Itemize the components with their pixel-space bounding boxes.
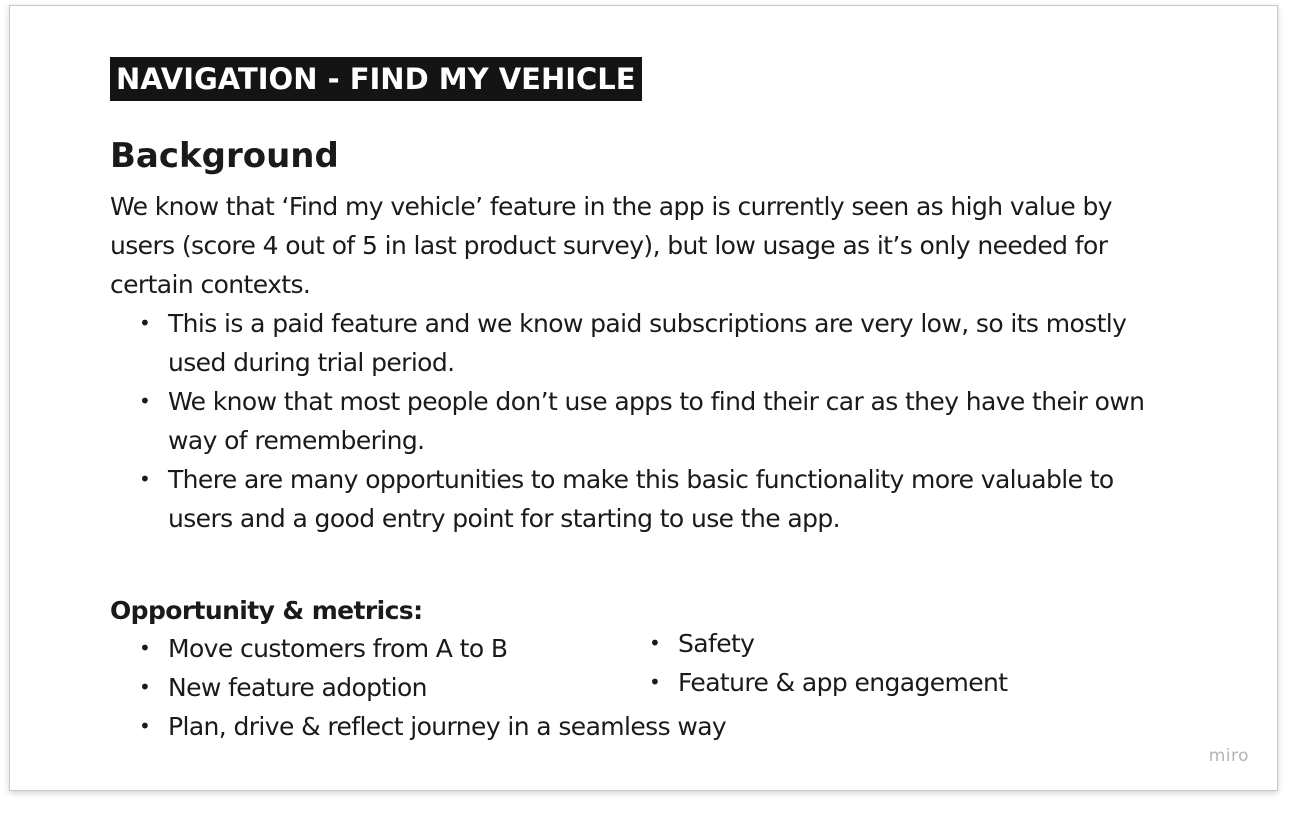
list-item: • Plan, drive & reflect journey in a sea… bbox=[110, 707, 830, 746]
bullet-icon: • bbox=[649, 670, 661, 694]
section-heading: Background bbox=[110, 136, 339, 176]
list-item: • This is a paid feature and we know pai… bbox=[110, 304, 1170, 382]
bullet-icon: • bbox=[139, 311, 151, 335]
document-card: NAVIGATION - FIND MY VEHICLE Background … bbox=[9, 5, 1278, 791]
bullet-icon: • bbox=[139, 636, 151, 660]
bullet-icon: • bbox=[139, 389, 151, 413]
title-badge: NAVIGATION - FIND MY VEHICLE bbox=[110, 57, 642, 101]
list-item: • We know that most people don’t use app… bbox=[110, 382, 1170, 460]
list-item-text: Feature & app engagement bbox=[678, 668, 1008, 697]
bullet-icon: • bbox=[649, 631, 661, 655]
list-item-text: There are many opportunities to make thi… bbox=[168, 465, 1114, 533]
background-bullet-list: • This is a paid feature and we know pai… bbox=[110, 304, 1170, 538]
bullet-icon: • bbox=[139, 675, 151, 699]
intro-paragraph: We know that ‘Find my vehicle’ feature i… bbox=[110, 192, 1113, 299]
list-item: • There are many opportunities to make t… bbox=[110, 460, 1170, 538]
bullet-icon: • bbox=[139, 467, 151, 491]
list-item: • Feature & app engagement bbox=[620, 663, 1140, 702]
metrics-heading: Opportunity & metrics: bbox=[110, 596, 423, 625]
bullet-icon: • bbox=[139, 714, 151, 738]
background-section: We know that ‘Find my vehicle’ feature i… bbox=[110, 187, 1170, 538]
list-item-text: New feature adoption bbox=[168, 673, 428, 702]
list-item-text: This is a paid feature and we know paid … bbox=[168, 309, 1127, 377]
list-item-text: Safety bbox=[678, 629, 755, 658]
list-item-text: We know that most people don’t use apps … bbox=[168, 387, 1145, 455]
metrics-list-right: • Safety • Feature & app engagement bbox=[620, 624, 1140, 702]
list-item-text: Move customers from A to B bbox=[168, 634, 508, 663]
list-item-text: Plan, drive & reflect journey in a seaml… bbox=[168, 712, 727, 741]
list-item: • Safety bbox=[620, 624, 1140, 663]
miro-watermark: miro bbox=[1208, 746, 1249, 766]
